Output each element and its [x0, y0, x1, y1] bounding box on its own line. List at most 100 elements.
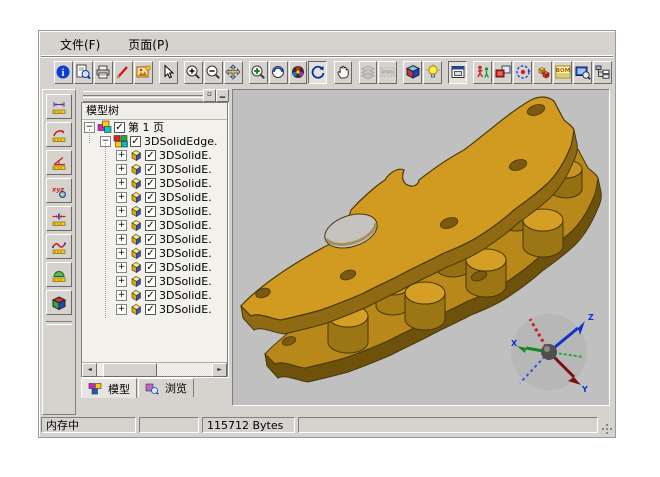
spin-view-button[interactable] — [308, 61, 327, 84]
dock-hide-button[interactable]: ▁ — [216, 89, 229, 102]
visibility-checkbox[interactable]: ✓ — [130, 136, 141, 147]
walkthrough-button[interactable] — [473, 61, 492, 84]
tree-row[interactable]: + ✓3DSolidE. — [82, 218, 227, 232]
visibility-checkbox[interactable]: ✓ — [145, 220, 156, 231]
measure-angle-button[interactable] — [46, 150, 72, 175]
expand-box-icon[interactable]: + — [116, 150, 127, 161]
report-button[interactable] — [573, 61, 592, 84]
select-cursor-button[interactable] — [159, 61, 178, 84]
tree-node-label[interactable]: 3DSolidE. — [159, 247, 212, 260]
resize-grip[interactable] — [601, 423, 613, 435]
tree-node-label[interactable]: 3DSolidE. — [159, 163, 212, 176]
expand-box-icon[interactable]: + — [116, 262, 127, 273]
scroll-left-arrow[interactable]: ◄ — [82, 363, 97, 377]
tree-node-label[interactable]: 3DSolidE. — [159, 191, 212, 204]
pmi-button: PMI — [378, 61, 397, 84]
orbit-button[interactable] — [513, 61, 532, 84]
measure-area-button[interactable] — [46, 262, 72, 287]
print-button[interactable] — [94, 61, 113, 84]
rotate-view-button[interactable] — [269, 61, 288, 84]
zoom-out-button[interactable] — [204, 61, 223, 84]
viewport-3d[interactable]: ZXY — [232, 89, 610, 406]
visibility-checkbox[interactable]: ✓ — [145, 304, 156, 315]
tree-row[interactable]: + ✓3DSolidE. — [82, 260, 227, 274]
tree-node-label[interactable]: 第 1 页 — [128, 120, 164, 135]
visibility-checkbox[interactable]: ✓ — [145, 234, 156, 245]
info-button[interactable]: i — [54, 61, 73, 84]
window-mode-button[interactable] — [448, 61, 467, 84]
menu-item-file[interactable]: 文件(F) — [51, 34, 109, 55]
measure-radius-button[interactable] — [46, 122, 72, 147]
visibility-checkbox[interactable]: ✓ — [145, 248, 156, 259]
tree-row[interactable]: + ✓3DSolidE. — [82, 190, 227, 204]
visibility-checkbox[interactable]: ✓ — [145, 164, 156, 175]
zoom-window-button[interactable] — [249, 61, 268, 84]
tree-node-label[interactable]: 3DSolidE. — [159, 275, 212, 288]
expand-box-icon[interactable]: + — [116, 276, 127, 287]
tree-view-button[interactable] — [593, 61, 612, 84]
tree-row[interactable]: + ✓3DSolidE. — [82, 232, 227, 246]
tree-row[interactable]: + ✓3DSolidE. — [82, 302, 227, 316]
tree-row[interactable]: + ✓3DSolidE. — [82, 148, 227, 162]
tree-node-label[interactable]: 3DSolidE. — [159, 303, 212, 316]
tree-row[interactable]: + ✓3DSolidE. — [82, 246, 227, 260]
visibility-checkbox[interactable]: ✓ — [145, 276, 156, 287]
visibility-checkbox[interactable]: ✓ — [145, 262, 156, 273]
cube-3d-button[interactable] — [403, 61, 422, 84]
expand-box-icon[interactable]: + — [116, 164, 127, 175]
tab-browse[interactable]: 浏览 — [138, 378, 194, 397]
measure-length-button[interactable] — [46, 94, 72, 119]
tree-row[interactable]: + ✓3DSolidE. — [82, 204, 227, 218]
tree-node-label[interactable]: 3DSolidEdge. — [144, 135, 217, 148]
tree-horizontal-scrollbar[interactable]: ◄ ► — [82, 362, 227, 376]
tree-node-label[interactable]: 3DSolidE. — [159, 233, 212, 246]
coordinate-xyz-button[interactable]: xyz — [46, 178, 72, 203]
tree-node-label[interactable]: 3DSolidE. — [159, 149, 212, 162]
expand-box-icon[interactable]: + — [116, 290, 127, 301]
bounding-box-button[interactable] — [46, 290, 72, 315]
visibility-checkbox[interactable]: ✓ — [145, 206, 156, 217]
assembly-button[interactable] — [533, 61, 552, 84]
tree-node-label[interactable]: 3DSolidE. — [159, 261, 212, 274]
annotate-pen-button[interactable] — [114, 61, 133, 84]
tree-node-label[interactable]: 3DSolidE. — [159, 205, 212, 218]
visibility-checkbox[interactable]: ✓ — [145, 150, 156, 161]
print-preview-button[interactable] — [74, 61, 93, 84]
tree-node-label[interactable]: 3DSolidE. — [159, 219, 212, 232]
expand-box-icon[interactable]: + — [116, 304, 127, 315]
render-mode-button[interactable] — [289, 61, 308, 84]
visibility-checkbox[interactable]: ✓ — [145, 178, 156, 189]
expand-box-icon[interactable]: + — [116, 220, 127, 231]
expand-box-icon[interactable]: + — [116, 248, 127, 259]
expand-box-icon[interactable]: + — [116, 178, 127, 189]
tree-row[interactable]: + ✓3DSolidE. — [82, 162, 227, 176]
tree-row[interactable]: −✓3DSolidEdge. — [82, 134, 227, 148]
scroll-track[interactable] — [97, 363, 212, 376]
measure-distance-button[interactable] — [46, 206, 72, 231]
light-bulb-button[interactable] — [423, 61, 442, 84]
measure-curve-button[interactable] — [46, 234, 72, 259]
tree-row[interactable]: + ✓3DSolidE. — [82, 274, 227, 288]
visibility-checkbox[interactable]: ✓ — [114, 122, 125, 133]
tree-node-label[interactable]: 3DSolidE. — [159, 177, 212, 190]
expand-box-icon[interactable]: + — [116, 234, 127, 245]
export-image-button[interactable] — [134, 61, 153, 84]
visibility-checkbox[interactable]: ✓ — [145, 192, 156, 203]
pan-arrows-button[interactable] — [224, 61, 243, 84]
visibility-checkbox[interactable]: ✓ — [145, 290, 156, 301]
hand-pan-button[interactable] — [334, 61, 353, 84]
tree-node-label[interactable]: 3DSolidE. — [159, 289, 212, 302]
expand-box-icon[interactable]: + — [116, 206, 127, 217]
expand-box-icon[interactable]: + — [116, 192, 127, 203]
scroll-thumb[interactable] — [103, 363, 157, 377]
dock-restore-button[interactable]: ▫ — [203, 89, 216, 102]
tree-row[interactable]: + ✓3DSolidE. — [82, 288, 227, 302]
bom-button[interactable]: BOM — [553, 61, 572, 84]
scroll-right-arrow[interactable]: ► — [212, 363, 227, 377]
tree-row[interactable]: −✓第 1 页 — [82, 120, 227, 134]
menu-item-page[interactable]: 页面(P) — [119, 34, 178, 55]
zoom-in-button[interactable] — [184, 61, 203, 84]
tree-row[interactable]: + ✓3DSolidE. — [82, 176, 227, 190]
capture-button[interactable] — [493, 61, 512, 84]
tab-model[interactable]: 模型 — [81, 378, 137, 398]
